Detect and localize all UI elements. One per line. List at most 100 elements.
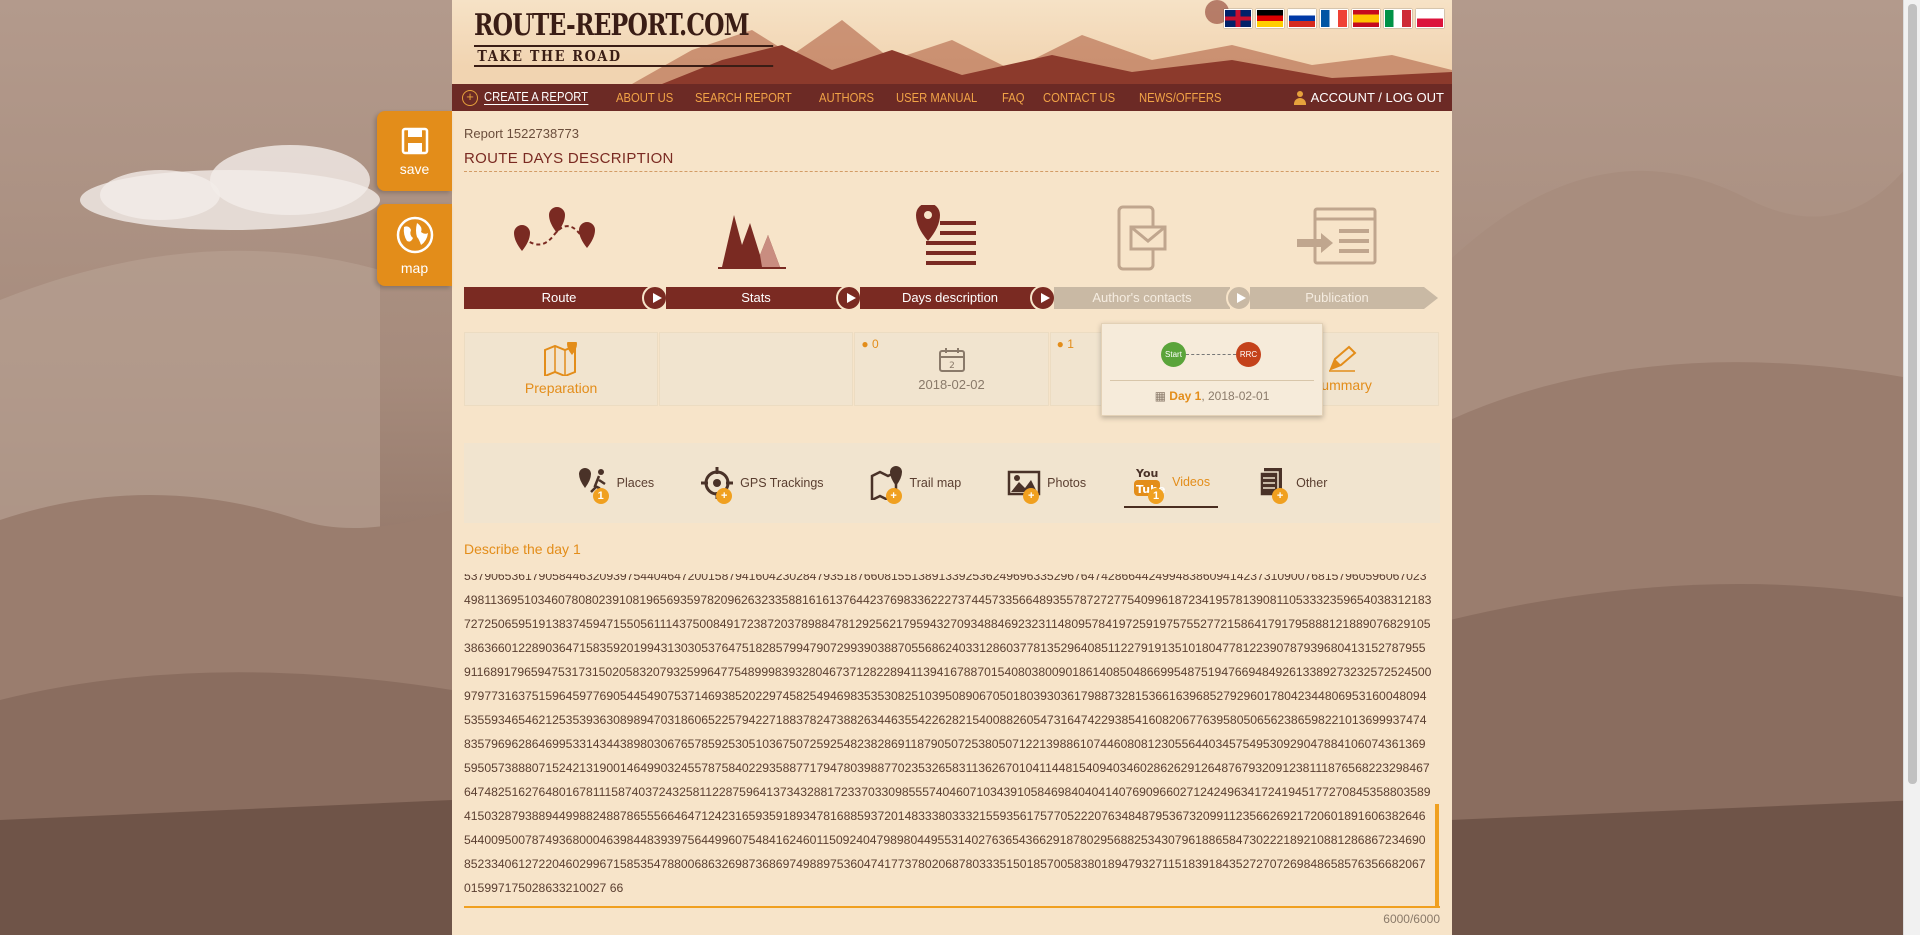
flag-ru-icon[interactable] — [1288, 9, 1316, 28]
nav-search-report[interactable]: SEARCH REPORT — [695, 91, 792, 105]
day-2-place-count: ● 0 — [861, 337, 879, 351]
days-description-step-icon[interactable] — [894, 205, 994, 275]
step-stats-label: Stats — [741, 290, 771, 305]
logo[interactable]: ROUTE-REPORT.COM TAKE THE ROAD — [474, 8, 826, 67]
tab-gps-trackings[interactable]: + GPS Trackings — [692, 458, 831, 508]
calendar-small-icon: ▦ — [1154, 389, 1166, 403]
day-description-textarea[interactable]: 5379065361790584463209397544046472001587… — [464, 574, 1440, 908]
tab-trail-map[interactable]: + Trail map — [862, 458, 970, 508]
day-description-text: 5379065361790584463209397544046472001587… — [464, 574, 1432, 895]
step-days-description-label: Days description — [901, 290, 999, 305]
flag-es-icon[interactable] — [1352, 9, 1380, 28]
step-days-description[interactable]: Days description — [860, 287, 1040, 309]
flag-it-icon[interactable] — [1384, 9, 1412, 28]
pencil-icon — [1328, 345, 1357, 372]
step-publication[interactable]: Publication — [1250, 287, 1424, 309]
day-1-date-line: ▦ Day 1, 2018-02-01 — [1102, 389, 1322, 403]
step-arrow-2 — [836, 285, 862, 311]
nav-faq[interactable]: FAQ — [1002, 91, 1025, 105]
tab-places[interactable]: 1 Places — [569, 458, 663, 508]
tab-photos-badge: + — [1023, 488, 1040, 504]
day-2-number: 2 — [949, 361, 955, 371]
step-route-label: Route — [541, 290, 577, 305]
day-1-card-slot — [659, 332, 854, 406]
map-pin-icon — [544, 342, 578, 376]
save-button-label: save — [399, 160, 430, 177]
nav-create-report[interactable]: CREATE A REPORT — [484, 90, 588, 105]
nav-authors[interactable]: AUTHORS — [819, 91, 874, 105]
save-button[interactable]: save — [377, 111, 452, 191]
preparation-card[interactable]: Preparation — [464, 332, 659, 406]
main-nav: + CREATE A REPORT ABOUT US SEARCH REPORT… — [452, 84, 1452, 111]
flag-uk-icon[interactable] — [1224, 9, 1252, 28]
tab-places-badge: 1 — [592, 488, 609, 504]
step-bar-end — [1424, 287, 1438, 309]
header: ROUTE-REPORT.COM TAKE THE ROAD + CREATE … — [452, 0, 1452, 111]
flag-fr-icon[interactable] — [1320, 9, 1348, 28]
tab-gps-badge: + — [716, 488, 733, 504]
logo-tagline: TAKE THE ROAD — [474, 45, 774, 67]
day-2-count: 0 — [872, 337, 879, 351]
nav-user-manual[interactable]: USER MANUAL — [896, 91, 977, 105]
route-end-marker: RRC — [1236, 342, 1261, 367]
day-1-card[interactable]: Start RRC ▦ Day 1, 2018-02-01 — [1101, 323, 1323, 416]
page-scrollbar[interactable] — [1903, 0, 1920, 935]
globe-icon — [396, 216, 433, 253]
day-3-count: 1 — [1067, 337, 1074, 351]
calendar-icon: 2 — [938, 347, 965, 372]
step-publication-label: Publication — [1305, 290, 1369, 305]
nav-contact-us[interactable]: CONTACT US — [1043, 91, 1115, 105]
main-content: ROUTE-REPORT.COM TAKE THE ROAD + CREATE … — [452, 0, 1452, 935]
tab-videos-badge: 1 — [1148, 488, 1165, 504]
tab-trail-map-badge: + — [885, 488, 902, 504]
title-divider — [464, 171, 1439, 172]
tab-places-label: Places — [616, 476, 655, 490]
step-authors-contacts[interactable]: Author's contacts — [1054, 287, 1230, 309]
nav-about-us[interactable]: ABOUT US — [616, 91, 673, 105]
language-flags — [1224, 9, 1444, 28]
step-arrow-3 — [1030, 285, 1056, 311]
tab-videos-label: Videos — [1172, 475, 1211, 489]
media-tabs: 1 Places + GPS Trackings + Trail map + P… — [464, 443, 1440, 523]
day-3-place-count: ● 1 — [1056, 337, 1074, 351]
page-title: ROUTE DAYS DESCRIPTION — [464, 150, 674, 167]
tab-gps-label: GPS Trackings — [740, 476, 824, 490]
user-icon — [1293, 90, 1307, 105]
step-route[interactable]: Route — [464, 287, 654, 309]
describe-day-label: Describe the day 1 — [464, 541, 581, 557]
stats-step-icon[interactable] — [702, 205, 802, 275]
tab-trail-map-label: Trail map — [909, 476, 962, 490]
preparation-label: Preparation — [524, 380, 598, 396]
step-stats[interactable]: Stats — [666, 287, 846, 309]
nav-news-offers[interactable]: NEWS/OFFERS — [1139, 91, 1222, 105]
flag-de-icon[interactable] — [1256, 9, 1284, 28]
step-authors-contacts-label: Author's contacts — [1092, 290, 1192, 305]
day-2-card[interactable]: ● 0 2 2018-02-02 — [854, 332, 1049, 406]
account-label: ACCOUNT / LOG OUT — [1310, 90, 1444, 105]
map-button[interactable]: map — [377, 204, 452, 286]
day-2-date: 2018-02-02 — [918, 376, 985, 392]
textarea-scrollbar[interactable] — [1435, 804, 1439, 906]
authors-contacts-step-icon[interactable] — [1092, 205, 1192, 275]
step-arrow-1 — [642, 285, 668, 311]
tab-other[interactable]: + Other — [1248, 458, 1335, 508]
route-start-marker: Start — [1161, 342, 1186, 367]
tab-videos[interactable]: YouTube 1 Videos — [1124, 458, 1219, 508]
route-step-icon[interactable] — [509, 205, 609, 275]
publication-step-icon[interactable] — [1288, 205, 1388, 275]
flag-pl-icon[interactable] — [1416, 9, 1444, 28]
tab-photos[interactable]: + Photos — [999, 458, 1094, 508]
account-link[interactable]: ACCOUNT / LOG OUT — [1293, 90, 1444, 105]
route-connector — [1186, 354, 1236, 355]
tab-other-label: Other — [1296, 476, 1328, 490]
tab-other-badge: + — [1272, 488, 1289, 504]
character-counter: 6000/6000 — [1383, 912, 1440, 926]
svg-text:You: You — [1135, 467, 1158, 480]
tab-photos-label: Photos — [1047, 476, 1087, 490]
map-button-label: map — [400, 259, 429, 276]
day-1-label: Day 1 — [1169, 389, 1202, 403]
save-icon — [401, 127, 428, 154]
wizard-steps: Route Stats Days description Author's co… — [464, 205, 1444, 315]
report-id: Report 1522738773 — [464, 126, 579, 141]
step-arrow-4 — [1226, 285, 1252, 311]
